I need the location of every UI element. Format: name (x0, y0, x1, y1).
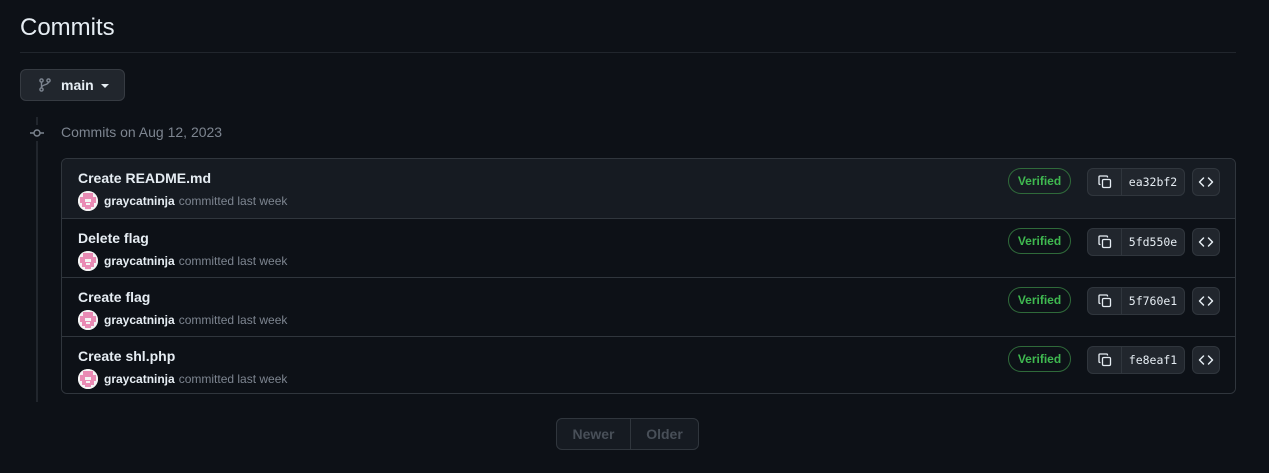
commit-meta: graycatninja committed last week (78, 369, 287, 389)
commit-action: committed last week (178, 254, 288, 268)
page-title: Commits (20, 14, 115, 41)
verified-badge[interactable]: Verified (1008, 228, 1071, 254)
commit-list: Create README.md graycatninja committed la… (61, 158, 1236, 394)
commit-node-icon (29, 125, 45, 141)
avatar[interactable] (78, 251, 98, 271)
commit-sha-link[interactable]: 5f760e1 (1122, 288, 1184, 314)
verified-badge[interactable]: Verified (1008, 168, 1071, 194)
copy-sha-button[interactable] (1088, 288, 1122, 314)
newer-button[interactable]: Newer (557, 419, 631, 449)
commit-author[interactable]: graycatninja (104, 194, 175, 208)
browse-repo-button[interactable] (1192, 346, 1220, 374)
commit-action: committed last week (178, 372, 288, 386)
copy-sha-button[interactable] (1088, 229, 1122, 255)
commit-author[interactable]: graycatninja (104, 313, 175, 327)
commit-row: Create flag graycatninja committed last we… (62, 278, 1235, 337)
commit-sha-group: 5f760e1 (1087, 287, 1185, 315)
timeline-line (36, 117, 38, 402)
commit-row: Create shl.php graycatninja committed last… (62, 337, 1235, 393)
commit-action: committed last week (178, 194, 288, 208)
browse-repo-button[interactable] (1192, 228, 1220, 256)
code-icon (1198, 296, 1214, 306)
commit-title[interactable]: Create shl.php (78, 348, 175, 364)
older-button[interactable]: Older (631, 419, 698, 449)
copy-icon (1097, 235, 1111, 249)
commit-row: Create README.md graycatninja committed la… (62, 159, 1235, 219)
commit-title[interactable]: Create flag (78, 289, 150, 305)
verified-badge[interactable]: Verified (1008, 346, 1071, 372)
browse-repo-button[interactable] (1192, 287, 1220, 315)
copy-sha-button[interactable] (1088, 169, 1122, 195)
copy-sha-button[interactable] (1088, 347, 1122, 373)
code-icon (1198, 237, 1214, 247)
branch-name: main (61, 77, 94, 93)
commit-meta: graycatninja committed last week (78, 251, 287, 271)
avatar[interactable] (78, 369, 98, 389)
commit-action: committed last week (178, 313, 288, 327)
commit-meta: graycatninja committed last week (78, 310, 287, 330)
commit-sha-link[interactable]: ea32bf2 (1122, 169, 1184, 195)
commit-title[interactable]: Create README.md (78, 170, 211, 186)
commit-sha-link[interactable]: 5fd550e (1122, 229, 1184, 255)
commit-author[interactable]: graycatninja (104, 254, 175, 268)
code-icon (1198, 177, 1214, 187)
copy-icon (1097, 294, 1111, 308)
avatar[interactable] (78, 191, 98, 211)
pagination: Newer Older (556, 418, 699, 450)
browse-repo-button[interactable] (1192, 168, 1220, 196)
commit-author[interactable]: graycatninja (104, 372, 175, 386)
commit-sha-group: 5fd550e (1087, 228, 1185, 256)
chevron-down-icon (100, 84, 109, 88)
copy-icon (1097, 175, 1111, 189)
commit-title[interactable]: Delete flag (78, 230, 149, 246)
commit-row: Delete flag graycatninja committed last we… (62, 219, 1235, 278)
code-icon (1198, 355, 1214, 365)
verified-badge[interactable]: Verified (1008, 287, 1071, 313)
avatar[interactable] (78, 310, 98, 330)
commit-group-heading: Commits on Aug 12, 2023 (61, 124, 223, 140)
commit-sha-group: ea32bf2 (1087, 168, 1185, 196)
title-divider (20, 52, 1236, 53)
commit-meta: graycatninja committed last week (78, 191, 287, 211)
copy-icon (1097, 353, 1111, 367)
branch-selector-button[interactable]: main (20, 69, 125, 101)
commit-sha-group: fe8eaf1 (1087, 346, 1185, 374)
git-branch-icon (37, 77, 53, 93)
commit-sha-link[interactable]: fe8eaf1 (1122, 347, 1184, 373)
